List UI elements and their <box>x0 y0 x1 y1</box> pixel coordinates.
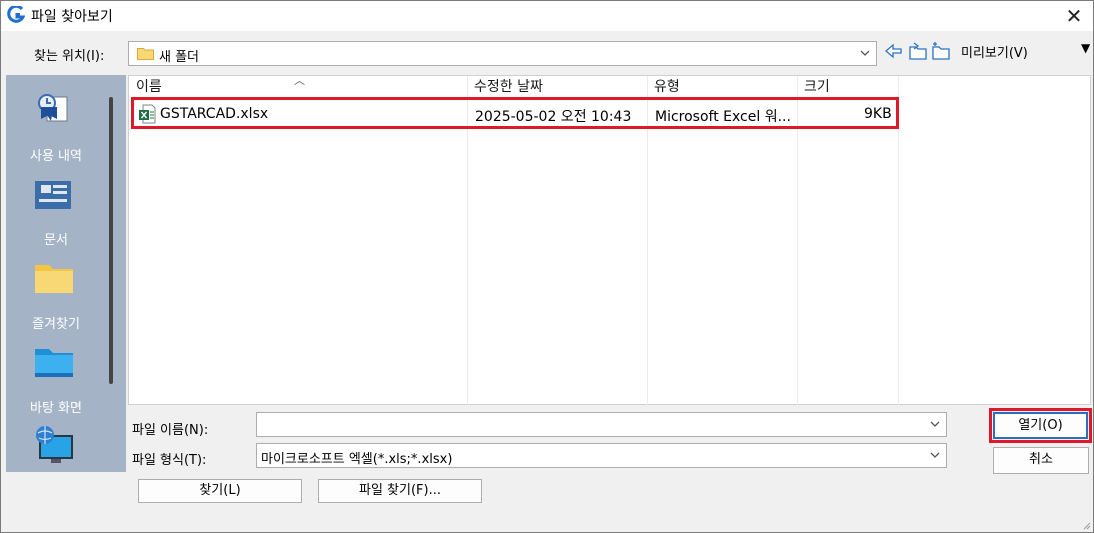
window-title: 파일 찾아보기 <box>31 9 113 25</box>
folder-icon <box>137 48 154 60</box>
place-label: 사용 내역 <box>30 149 82 164</box>
network-computer-icon <box>36 426 73 463</box>
preview-menu-label[interactable]: 미리보기(V) <box>961 42 1028 61</box>
column-header-date[interactable]: 수정한 날짜 <box>467 76 543 96</box>
chevron-down-icon[interactable] <box>928 447 942 463</box>
places-scrollbar[interactable] <box>109 97 113 384</box>
find-button[interactable]: 찾기(L) <box>138 479 302 503</box>
look-in-value: 새 폴더 <box>159 50 200 65</box>
cancel-button[interactable]: 취소 <box>993 447 1089 474</box>
resize-grip-icon[interactable] <box>1081 520 1091 530</box>
file-list[interactable]: 이름 ︿ 수정한 날짜 유형 크기 GSTARCAD.xlsx 2025-05-… <box>128 74 1091 406</box>
file-name-input[interactable] <box>256 412 947 437</box>
file-open-dialog: 파일 찾아보기 ✕ 찾는 위치(I): 새 폴더 미리보기(V) ▼ 사용 내역… <box>0 0 1094 533</box>
column-header-type[interactable]: 유형 <box>647 76 680 96</box>
chevron-down-icon[interactable] <box>928 416 942 432</box>
sort-ascending-icon: ︿ <box>294 74 305 87</box>
file-name-label: 파일 이름(N): <box>132 423 209 438</box>
documents-icon <box>35 181 71 209</box>
file-type-label: 파일 형식(T): <box>132 453 207 468</box>
place-label: 바탕 화면 <box>30 401 82 416</box>
find-file-button[interactable]: 파일 찾기(F)... <box>318 479 482 503</box>
column-header-name[interactable]: 이름 <box>129 76 162 96</box>
new-folder-icon[interactable] <box>931 41 951 61</box>
place-documents[interactable]: 문서 <box>6 169 106 253</box>
chevron-down-icon[interactable] <box>858 45 872 61</box>
favorites-folder-icon <box>35 265 73 293</box>
place-desktop[interactable]: 바탕 화면 <box>6 337 106 421</box>
close-button[interactable]: ✕ <box>1061 3 1087 29</box>
file-type-value: 마이크로소프트 엑셀(*.xls;*.xlsx) <box>261 452 453 467</box>
place-label: 즐겨찾기 <box>32 317 80 332</box>
desktop-icon <box>35 349 73 377</box>
highlight-annotation-box <box>131 97 899 129</box>
title-bar: 파일 찾아보기 ✕ <box>1 1 1093 31</box>
column-header-size[interactable]: 크기 <box>797 76 830 96</box>
file-type-select[interactable]: 마이크로소프트 엑셀(*.xls;*.xlsx) <box>256 443 947 468</box>
place-label: 문서 <box>44 233 68 248</box>
place-history[interactable]: 사용 내역 <box>6 85 106 169</box>
places-bar: 사용 내역 문서 즐겨찾기 바탕 화면 <box>6 75 126 472</box>
back-arrow-icon[interactable] <box>884 41 904 61</box>
place-network[interactable] <box>6 421 106 472</box>
gstarcad-app-icon <box>7 6 25 23</box>
place-favorites[interactable]: 즐겨찾기 <box>6 253 106 337</box>
close-icon: ✕ <box>1065 4 1083 28</box>
open-button[interactable]: 열기(O) <box>993 412 1088 439</box>
look-in-combobox[interactable]: 새 폴더 <box>128 41 877 66</box>
history-icon <box>38 94 68 122</box>
up-folder-icon[interactable] <box>908 41 928 61</box>
look-in-label: 찾는 위치(I): <box>34 49 105 64</box>
dropdown-arrow-icon[interactable]: ▼ <box>1081 41 1090 55</box>
